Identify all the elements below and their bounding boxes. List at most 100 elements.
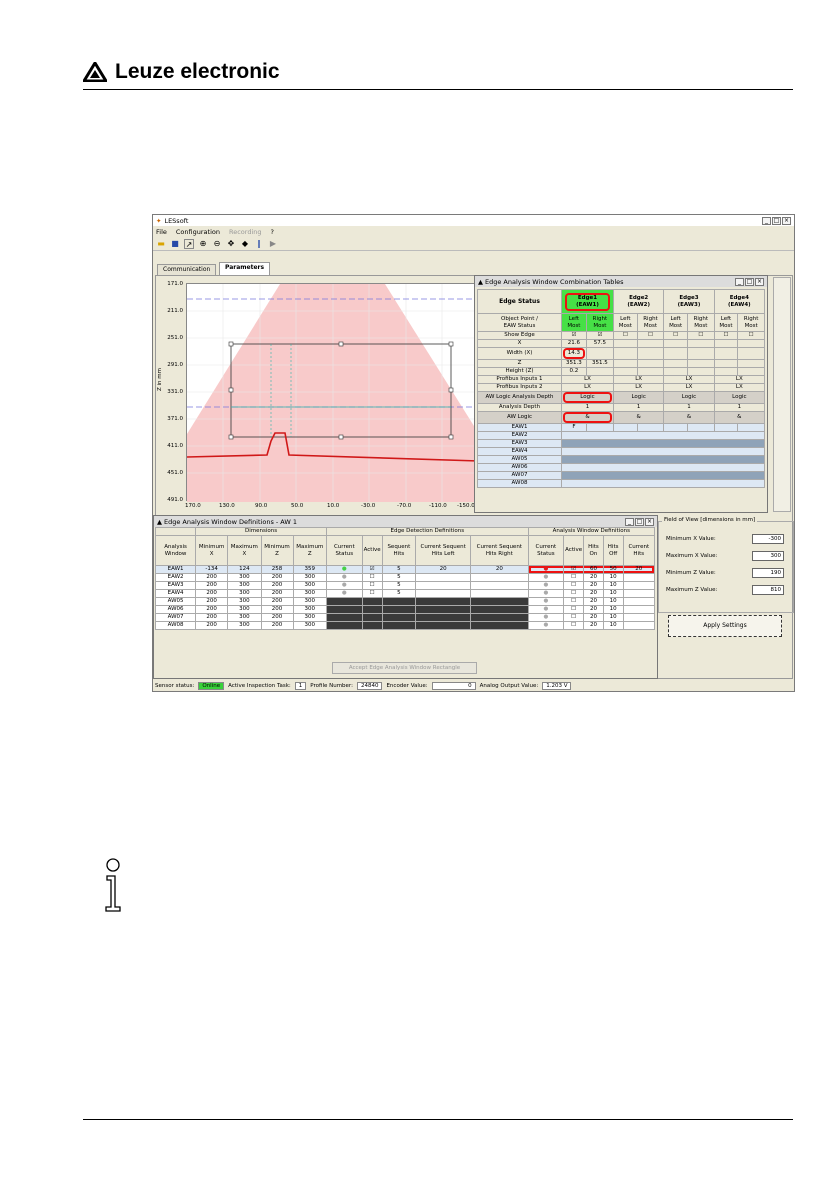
active-checkbox[interactable]: ☑ xyxy=(563,565,585,574)
apply-settings-button[interactable]: Apply Settings xyxy=(668,615,782,637)
cell-off[interactable]: 50 xyxy=(602,565,624,574)
tab-parameters[interactable]: Parameters xyxy=(219,262,271,275)
cell-maxz[interactable]: 300 xyxy=(292,613,328,622)
cell-maxx[interactable]: 300 xyxy=(227,589,262,598)
aw-logic-value[interactable]: & xyxy=(663,411,715,424)
cell-seq[interactable]: 5 xyxy=(381,581,417,590)
cell-seq[interactable] xyxy=(381,605,417,614)
cell-on[interactable]: 20 xyxy=(583,621,604,630)
show-edge-checkbox[interactable]: ☐ xyxy=(686,331,715,340)
close-icon[interactable]: × xyxy=(645,517,654,526)
profile-plot[interactable] xyxy=(186,283,480,502)
active-checkbox[interactable]: ☐ xyxy=(563,581,585,590)
cell-cur[interactable] xyxy=(622,597,656,606)
cell-name[interactable]: AW08 xyxy=(154,621,197,630)
cell-name[interactable]: EAW4 xyxy=(154,589,197,598)
active-checkbox[interactable] xyxy=(361,597,383,606)
pan-icon[interactable]: ✥ xyxy=(226,239,236,249)
cell-maxz[interactable]: 300 xyxy=(292,597,328,606)
cell-minx[interactable]: -134 xyxy=(195,565,229,574)
logic-button[interactable]: Logic xyxy=(561,391,614,404)
show-edge-checkbox[interactable]: ☑ xyxy=(561,331,587,340)
active-checkbox[interactable] xyxy=(361,613,383,622)
active-checkbox[interactable]: ☐ xyxy=(563,613,585,622)
logic-button[interactable]: Logic xyxy=(612,391,665,404)
cell-on[interactable]: 20 xyxy=(583,581,604,590)
maximize-icon[interactable]: □ xyxy=(745,277,754,286)
save-icon[interactable]: ■ xyxy=(170,239,180,249)
fov-input[interactable]: 190 xyxy=(752,568,784,578)
cell-cur[interactable] xyxy=(622,613,656,622)
menu-file[interactable]: File xyxy=(156,228,167,236)
aw-logic-value[interactable]: & xyxy=(561,411,614,424)
cell-minz[interactable]: 200 xyxy=(260,621,294,630)
table-row[interactable]: AW08 200 300 200 300 ● ☐ 20 10 xyxy=(154,621,656,630)
cell-minz[interactable]: 200 xyxy=(260,613,294,622)
cell-minz[interactable]: 200 xyxy=(260,605,294,614)
table-row[interactable]: EAW1 -134 124 258 359 ● ☑ 5 20 20 ● ☑ 60 50 20 xyxy=(154,565,656,574)
show-edge-checkbox[interactable]: ☐ xyxy=(636,331,665,340)
cell-maxx[interactable]: 300 xyxy=(227,605,262,614)
active-checkbox[interactable]: ☐ xyxy=(563,573,585,582)
cube-icon[interactable]: ◆ xyxy=(240,239,250,249)
cell-off[interactable]: 10 xyxy=(602,589,624,598)
minimize-icon[interactable]: _ xyxy=(762,216,771,225)
cell-cur[interactable] xyxy=(622,605,656,614)
maximize-icon[interactable]: □ xyxy=(635,517,644,526)
cell-maxz[interactable]: 300 xyxy=(292,581,328,590)
cell-on[interactable]: 20 xyxy=(583,605,604,614)
active-checkbox[interactable]: ☑ xyxy=(361,565,383,574)
cell-seq[interactable] xyxy=(381,597,417,606)
minimize-icon[interactable]: _ xyxy=(735,277,744,286)
table-row[interactable]: EAW2 200 300 200 300 ● ☐ 5 ● ☐ 20 10 xyxy=(154,573,656,582)
cell-minx[interactable]: 200 xyxy=(195,605,229,614)
cell-on[interactable]: 20 xyxy=(583,573,604,582)
active-checkbox[interactable]: ☐ xyxy=(361,589,383,598)
cell-maxx[interactable]: 124 xyxy=(227,565,262,574)
show-edge-checkbox[interactable]: ☐ xyxy=(713,331,739,340)
pause-icon[interactable]: ‖ xyxy=(254,239,264,249)
cell-minz[interactable]: 200 xyxy=(260,581,294,590)
fov-input[interactable]: 300 xyxy=(752,551,784,561)
accept-rectangle-button[interactable]: Accept Edge Analysis Window Rectangle xyxy=(332,662,477,674)
cell-maxx[interactable]: 300 xyxy=(227,573,262,582)
cell-maxx[interactable]: 300 xyxy=(227,597,262,606)
menu-recording[interactable]: Recording xyxy=(229,228,262,236)
cell-maxz[interactable]: 300 xyxy=(292,621,328,630)
logic-button[interactable]: Logic xyxy=(663,391,715,404)
cell-name[interactable]: EAW3 xyxy=(154,581,197,590)
aw-logic-value[interactable]: & xyxy=(612,411,665,424)
logic-button[interactable]: Logic xyxy=(713,391,766,404)
zoom-out-icon[interactable]: ⊖ xyxy=(212,239,222,249)
cell-off[interactable]: 10 xyxy=(602,613,624,622)
cell-on[interactable]: 60 xyxy=(583,565,604,574)
cell-name[interactable]: AW06 xyxy=(154,605,197,614)
table-row[interactable]: AW06 200 300 200 300 ● ☐ 20 10 xyxy=(154,605,656,614)
active-checkbox[interactable]: ☐ xyxy=(563,621,585,630)
cell-minz[interactable]: 200 xyxy=(260,573,294,582)
menu-configuration[interactable]: Configuration xyxy=(176,228,220,236)
cell-minx[interactable]: 200 xyxy=(195,581,229,590)
cell-minx[interactable]: 200 xyxy=(195,621,229,630)
zoom-in-icon[interactable]: ⊕ xyxy=(198,239,208,249)
active-checkbox[interactable] xyxy=(361,621,383,630)
cell-off[interactable]: 10 xyxy=(602,621,624,630)
cell-seq[interactable] xyxy=(381,621,417,630)
cell-maxz[interactable]: 300 xyxy=(292,573,328,582)
cell-off[interactable]: 10 xyxy=(602,581,624,590)
cell-off[interactable]: 10 xyxy=(602,605,624,614)
cell-cur[interactable] xyxy=(622,589,656,598)
cell-off[interactable]: 10 xyxy=(602,573,624,582)
cell-name[interactable]: EAW2 xyxy=(154,573,197,582)
aw-logic-value[interactable]: & xyxy=(713,411,766,424)
pointer-icon[interactable]: ↗ xyxy=(184,238,194,249)
active-checkbox[interactable]: ☐ xyxy=(361,581,383,590)
active-checkbox[interactable]: ☐ xyxy=(563,597,585,606)
play-icon[interactable]: ▶ xyxy=(268,239,278,249)
show-edge-checkbox[interactable]: ☐ xyxy=(613,331,638,340)
cell-name[interactable]: AW05 xyxy=(154,597,197,606)
active-checkbox[interactable] xyxy=(361,605,383,614)
cell-minz[interactable]: 200 xyxy=(260,597,294,606)
cell-cur[interactable]: 20 xyxy=(622,565,656,574)
cell-seq[interactable]: 5 xyxy=(381,589,417,598)
